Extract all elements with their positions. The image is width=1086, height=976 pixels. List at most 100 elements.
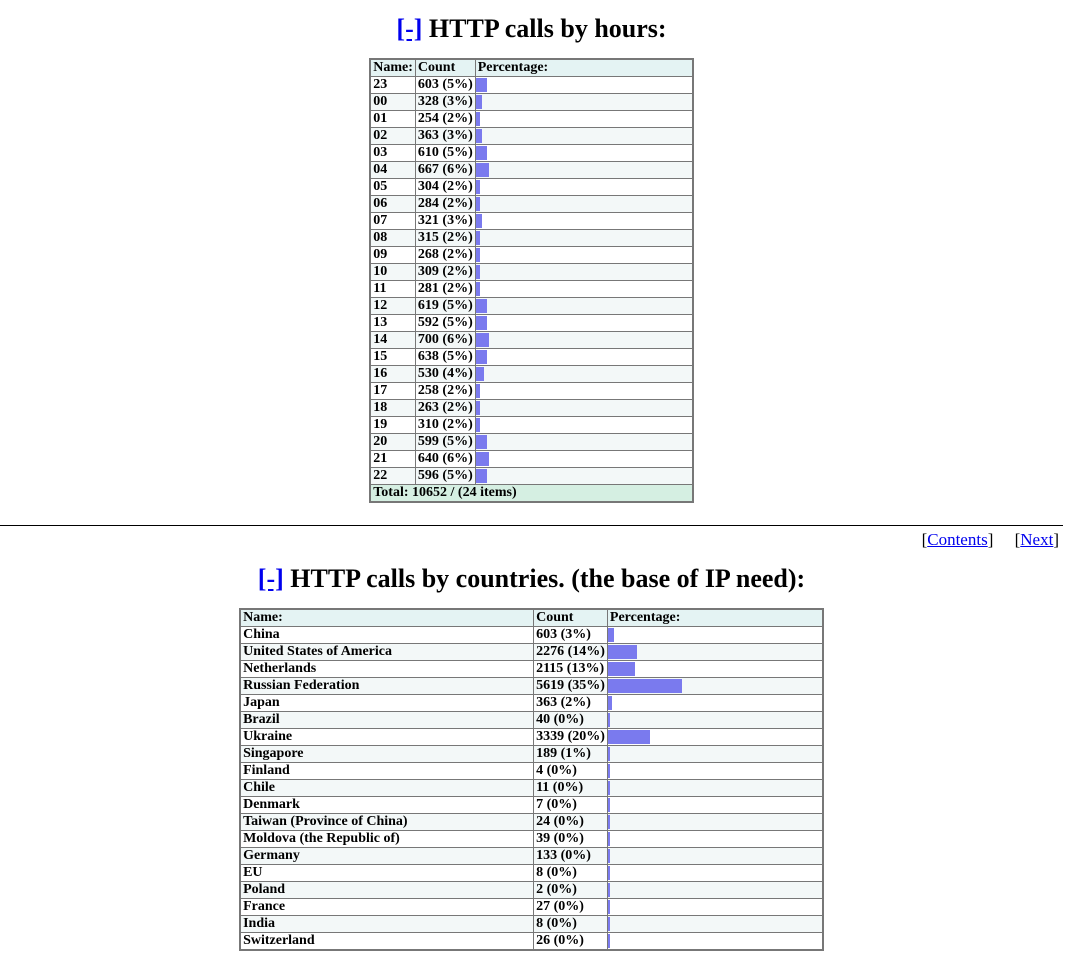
- hour-count: 596 (5%): [415, 468, 475, 485]
- collapse-toggle-countries[interactable]: [-]: [258, 564, 284, 593]
- hour-count: 304 (2%): [415, 179, 475, 196]
- hour-name: 07: [370, 213, 415, 230]
- section-heading-hours: [-] HTTP calls by hours:: [0, 14, 1063, 44]
- table-row: Brazil40 (0%): [240, 712, 823, 729]
- bar-icon: [476, 350, 487, 364]
- hour-bar-cell: [475, 400, 693, 417]
- table-row: 02363 (3%): [370, 128, 692, 145]
- bar-icon: [476, 367, 484, 381]
- hour-bar-cell: [475, 213, 693, 230]
- bar-icon: [608, 764, 610, 778]
- bar-icon: [608, 934, 610, 948]
- country-name: Denmark: [240, 797, 534, 814]
- country-bar-cell: [607, 882, 823, 899]
- bar-icon: [476, 452, 489, 466]
- bar-icon: [476, 129, 482, 143]
- table-row: 21640 (6%): [370, 451, 692, 468]
- bar-icon: [608, 645, 637, 659]
- country-bar-cell: [607, 865, 823, 882]
- contents-link[interactable]: Contents: [927, 530, 987, 549]
- hour-name: 18: [370, 400, 415, 417]
- country-name: Poland: [240, 882, 534, 899]
- hour-bar-cell: [475, 94, 693, 111]
- country-name: Brazil: [240, 712, 534, 729]
- table-row: Chile11 (0%): [240, 780, 823, 797]
- table-row: 11281 (2%): [370, 281, 692, 298]
- country-bar-cell: [607, 814, 823, 831]
- country-bar-cell: [607, 848, 823, 865]
- country-bar-cell: [607, 933, 823, 951]
- country-bar-cell: [607, 627, 823, 644]
- bar-icon: [608, 883, 610, 897]
- country-name: Finland: [240, 763, 534, 780]
- table-row: 22596 (5%): [370, 468, 692, 485]
- collapse-toggle-hours[interactable]: [-]: [396, 14, 422, 43]
- country-bar-cell: [607, 644, 823, 661]
- hour-name: 03: [370, 145, 415, 162]
- table-row: Russian Federation5619 (35%): [240, 678, 823, 695]
- table-row: 04667 (6%): [370, 162, 692, 179]
- country-bar-cell: [607, 678, 823, 695]
- bar-icon: [608, 662, 635, 676]
- country-name: Russian Federation: [240, 678, 534, 695]
- bar-icon: [476, 435, 487, 449]
- hour-name: 10: [370, 264, 415, 281]
- country-count: 39 (0%): [534, 831, 608, 848]
- country-name: Japan: [240, 695, 534, 712]
- bar-icon: [608, 849, 610, 863]
- bar-icon: [608, 815, 610, 829]
- country-count: 2115 (13%): [534, 661, 608, 678]
- hours-total-text: Total: 10652 / (24 items): [370, 485, 692, 503]
- bar-icon: [476, 180, 480, 194]
- hour-bar-cell: [475, 434, 693, 451]
- bar-icon: [608, 866, 610, 880]
- hour-bar-cell: [475, 332, 693, 349]
- hour-bar-cell: [475, 264, 693, 281]
- hour-count: 310 (2%): [415, 417, 475, 434]
- hour-count: 328 (3%): [415, 94, 475, 111]
- country-name: Singapore: [240, 746, 534, 763]
- country-count: 3339 (20%): [534, 729, 608, 746]
- hour-bar-cell: [475, 366, 693, 383]
- hour-name: 00: [370, 94, 415, 111]
- table-row: 17258 (2%): [370, 383, 692, 400]
- table-row: 05304 (2%): [370, 179, 692, 196]
- country-bar-cell: [607, 695, 823, 712]
- hour-name: 21: [370, 451, 415, 468]
- bar-icon: [476, 333, 489, 347]
- hour-name: 06: [370, 196, 415, 213]
- table-row: 23603 (5%): [370, 77, 692, 94]
- bar-icon: [476, 214, 482, 228]
- hour-name: 20: [370, 434, 415, 451]
- country-count: 24 (0%): [534, 814, 608, 831]
- hour-bar-cell: [475, 196, 693, 213]
- country-name: France: [240, 899, 534, 916]
- table-row: 14700 (6%): [370, 332, 692, 349]
- country-name: Germany: [240, 848, 534, 865]
- country-count: 8 (0%): [534, 916, 608, 933]
- hour-bar-cell: [475, 298, 693, 315]
- table-row: Ukraine3339 (20%): [240, 729, 823, 746]
- hour-count: 638 (5%): [415, 349, 475, 366]
- hours-th-count: Count: [415, 59, 475, 77]
- hour-count: 599 (5%): [415, 434, 475, 451]
- country-count: 11 (0%): [534, 780, 608, 797]
- hour-bar-cell: [475, 315, 693, 332]
- country-bar-cell: [607, 916, 823, 933]
- nav-spacer: [993, 530, 1014, 549]
- country-name: Netherlands: [240, 661, 534, 678]
- bar-icon: [476, 401, 480, 415]
- table-row: 13592 (5%): [370, 315, 692, 332]
- bar-icon: [608, 730, 650, 744]
- countries-table: Name: Count Percentage: China603 (3%)Uni…: [239, 608, 824, 951]
- bar-icon: [608, 628, 614, 642]
- country-name: EU: [240, 865, 534, 882]
- table-row: 18263 (2%): [370, 400, 692, 417]
- bar-icon: [476, 299, 487, 313]
- country-bar-cell: [607, 899, 823, 916]
- bar-icon: [476, 231, 480, 245]
- bar-icon: [608, 747, 610, 761]
- next-link[interactable]: Next: [1020, 530, 1053, 549]
- bar-icon: [476, 265, 480, 279]
- table-row: 09268 (2%): [370, 247, 692, 264]
